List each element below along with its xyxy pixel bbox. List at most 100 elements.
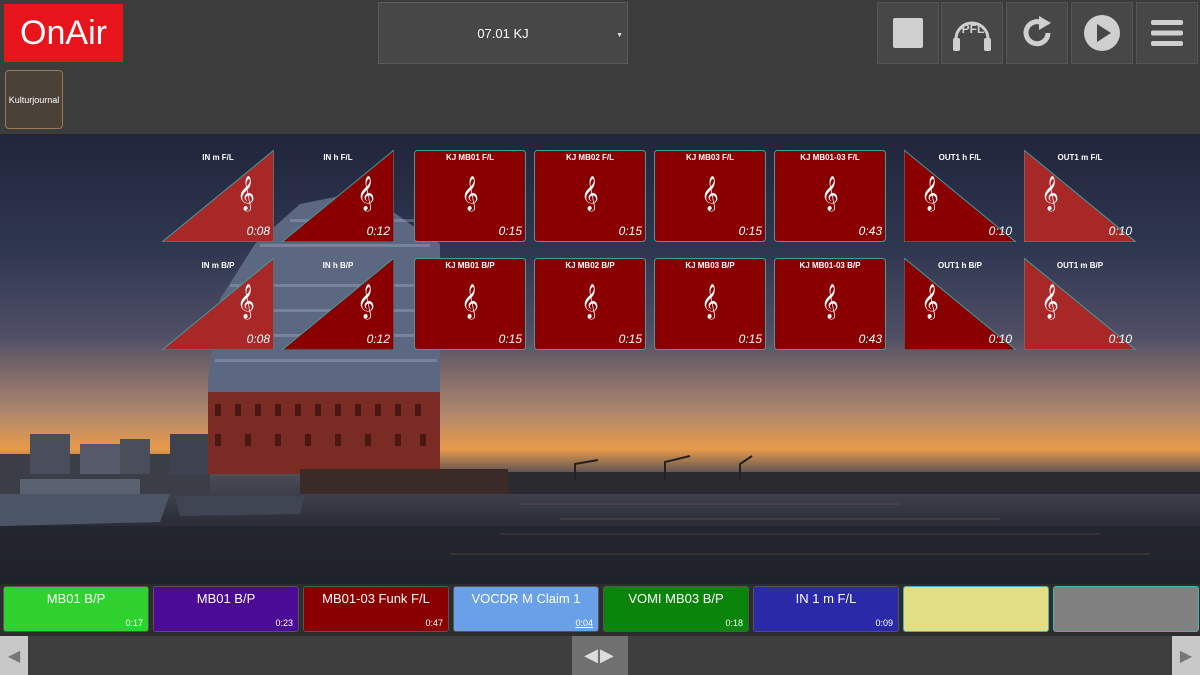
cart-label: IN h B/P — [322, 261, 354, 270]
slot-duration: 0:18 — [725, 618, 743, 628]
scroll-left-button[interactable]: ◀ — [0, 636, 28, 675]
play-icon — [1084, 15, 1120, 51]
cart-label: KJ MB03 F/L — [685, 153, 734, 162]
slot-duration: 0:04 — [575, 618, 593, 628]
cart-label: OUT1 h B/P — [937, 261, 982, 270]
playlist-selector[interactable]: 07.01 KJ ▼ — [378, 2, 628, 64]
cart-duration: 0:10 — [988, 224, 1012, 238]
slot-title: MB01-03 Funk F/L — [322, 591, 430, 606]
cart-duration: 0:15 — [618, 332, 642, 346]
slot-title: IN 1 m F/L — [795, 591, 857, 606]
hamburger-menu-icon — [1151, 20, 1183, 46]
reload-icon — [1023, 16, 1051, 47]
cart-button[interactable]: KJ MB01-03 F/L 𝄞 0:43 — [774, 150, 886, 242]
cart-duration: 0:43 — [858, 332, 882, 346]
cart-duration: 0:10 — [1108, 332, 1132, 346]
onair-app: OnAir 07.01 KJ ▼ PFL Kulturjournal IN m … — [0, 0, 1200, 675]
play-button[interactable] — [1071, 2, 1133, 64]
cart-duration: 0:10 — [1108, 224, 1132, 238]
playlist-slot[interactable]: VOMI MB03 B/P 0:18 — [603, 586, 749, 632]
cart-label: KJ MB02 B/P — [565, 261, 615, 270]
cart-label: OUT1 h F/L — [938, 153, 982, 162]
cart-label: KJ MB01 F/L — [445, 153, 494, 162]
treble-clef-icon: 𝄞 — [921, 176, 939, 211]
cart-label: IN m F/L — [202, 153, 234, 162]
cart-button[interactable]: OUT1 m B/P 𝄞 0:10 — [1024, 258, 1136, 350]
treble-clef-icon: 𝄞 — [357, 176, 375, 211]
cart-button[interactable]: KJ MB02 F/L 𝄞 0:15 — [534, 150, 646, 242]
playlist-slot[interactable]: MB01 B/P 0:23 — [153, 586, 299, 632]
treble-clef-icon: 𝄞 — [821, 284, 839, 319]
pfl-label: PFL — [961, 22, 985, 36]
slot-title: MB01 B/P — [46, 591, 106, 606]
cart-duration: 0:08 — [246, 224, 270, 238]
cart-label: KJ MB03 B/P — [685, 261, 735, 270]
cart-button[interactable]: KJ MB01 F/L 𝄞 0:15 — [414, 150, 526, 242]
treble-clef-icon: 𝄞 — [461, 176, 479, 211]
cart-button[interactable]: IN h F/L 𝄞 0:12 — [282, 150, 394, 242]
cart-button[interactable]: KJ MB03 F/L 𝄞 0:15 — [654, 150, 766, 242]
playlist-slot[interactable]: MB01 B/P 0:17 — [3, 586, 149, 632]
treble-clef-icon: 𝄞 — [357, 284, 375, 319]
selector-value: 07.01 KJ — [477, 25, 529, 41]
cart-duration: 0:15 — [498, 224, 522, 238]
cart-button[interactable]: IN m F/L 𝄞 0:08 — [162, 150, 274, 242]
playlist-slot[interactable]: IN 1 m F/L 0:09 — [753, 586, 899, 632]
treble-clef-icon: 𝄞 — [821, 176, 839, 211]
reload-button[interactable] — [1006, 2, 1068, 64]
stop-icon — [893, 18, 923, 48]
cart-button[interactable]: KJ MB03 B/P 𝄞 0:15 — [654, 258, 766, 350]
treble-clef-icon: 𝄞 — [701, 284, 719, 319]
cart-duration: 0:12 — [366, 332, 390, 346]
slot-title: VOCDR M Claim 1 — [471, 591, 581, 606]
cart-duration: 0:10 — [988, 332, 1012, 346]
cart-button[interactable]: KJ MB01-03 B/P 𝄞 0:43 — [774, 258, 886, 350]
dropdown-caret-icon: ▼ — [616, 32, 623, 39]
cart-label: IN h F/L — [323, 153, 353, 162]
slot-duration: 0:23 — [275, 618, 293, 628]
cart-duration: 0:12 — [366, 224, 390, 238]
pfl-button[interactable]: PFL — [941, 2, 1003, 64]
cart-duration: 0:08 — [246, 332, 270, 346]
cart-duration: 0:15 — [738, 224, 762, 238]
folder-tab-kulturjournal[interactable]: Kulturjournal — [5, 70, 63, 129]
playlist-slot[interactable] — [903, 586, 1049, 632]
split-handle-icon: ◀▶ — [584, 645, 616, 665]
cart-label: KJ MB01-03 B/P — [799, 261, 861, 270]
treble-clef-icon: 𝄞 — [921, 284, 939, 319]
menu-button[interactable] — [1136, 2, 1198, 64]
stop-button[interactable] — [877, 2, 939, 64]
cart-button[interactable]: KJ MB01 B/P 𝄞 0:15 — [414, 258, 526, 350]
playlist-slot[interactable] — [1053, 586, 1199, 632]
header: OnAir 07.01 KJ ▼ PFL Kulturjournal — [0, 0, 1200, 134]
cart-button[interactable]: KJ MB02 B/P 𝄞 0:15 — [534, 258, 646, 350]
playlist-slot[interactable]: VOCDR M Claim 1 0:04 — [453, 586, 599, 632]
cart-button[interactable]: IN h B/P 𝄞 0:12 — [282, 258, 394, 350]
cart-label: IN m B/P — [201, 261, 235, 270]
cart-label: OUT1 m B/P — [1056, 261, 1104, 270]
cart-label: KJ MB02 F/L — [565, 153, 614, 162]
cart-button[interactable]: OUT1 m F/L 𝄞 0:10 — [1024, 150, 1136, 242]
slot-title: VOMI MB03 B/P — [628, 591, 724, 606]
playlist-bar: MB01 B/P 0:17 MB01 B/P 0:23 MB01-03 Funk F/L… — [0, 584, 1200, 636]
treble-clef-icon: 𝄞 — [1041, 176, 1059, 211]
cart-label: OUT1 m F/L — [1057, 153, 1103, 162]
playlist-slot[interactable]: MB01-03 Funk F/L 0:47 — [303, 586, 449, 632]
cart-duration: 0:15 — [498, 332, 522, 346]
treble-clef-icon: 𝄞 — [701, 176, 719, 211]
cart-duration: 0:15 — [738, 332, 762, 346]
onair-logo: OnAir — [4, 4, 123, 62]
treble-clef-icon: 𝄞 — [1041, 284, 1059, 319]
slot-duration: 0:09 — [875, 618, 893, 628]
cart-duration: 0:15 — [618, 224, 642, 238]
treble-clef-icon: 𝄞 — [461, 284, 479, 319]
cart-button[interactable]: IN m B/P 𝄞 0:08 — [162, 258, 274, 350]
slot-duration: 0:17 — [125, 618, 143, 628]
arrow-right-icon: ▶ — [1179, 647, 1193, 665]
horizontal-scrollbar[interactable]: ◀ ◀▶ ▶ — [0, 636, 1200, 675]
treble-clef-icon: 𝄞 — [581, 176, 599, 211]
scroll-right-button[interactable]: ▶ — [1172, 636, 1200, 675]
scroll-thumb[interactable]: ◀▶ — [572, 636, 628, 675]
cart-label: KJ MB01-03 F/L — [800, 153, 860, 162]
slot-title: MB01 B/P — [196, 591, 256, 606]
